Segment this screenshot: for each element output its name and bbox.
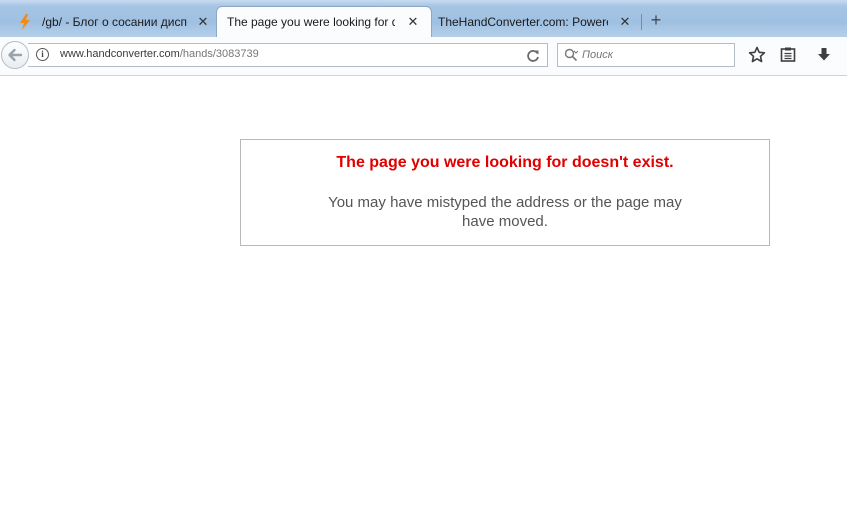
bookmarks-menu-icon[interactable]: [779, 46, 797, 64]
url-path: /hands/3083739: [179, 48, 259, 60]
site-info-icon[interactable]: i: [36, 48, 49, 61]
lightning-icon: [20, 14, 30, 30]
search-box[interactable]: [557, 43, 735, 67]
tab-page-not-found[interactable]: The page you were looking for do ✕: [216, 6, 432, 37]
back-arrow-icon: [8, 48, 23, 62]
reload-icon[interactable]: [525, 48, 541, 64]
tab-handconverter[interactable]: TheHandConverter.com: Powere ✕: [428, 7, 640, 37]
close-tab-icon[interactable]: ✕: [618, 14, 632, 30]
tab-separator: [641, 14, 642, 30]
tab-gb-blog[interactable]: /gb/ - Блог о сосании диспе ✕: [8, 7, 215, 37]
search-input[interactable]: [582, 47, 727, 63]
error-title: The page you were looking for doesn't ex…: [336, 154, 674, 171]
error-message-box: The page you were looking for doesn't ex…: [240, 139, 770, 246]
close-tab-icon[interactable]: ✕: [406, 14, 420, 30]
new-tab-button[interactable]: +: [647, 11, 665, 29]
bookmark-star-icon[interactable]: [748, 46, 766, 64]
address-bar[interactable]: i www.handconverter.com/hands/3083739: [28, 43, 548, 67]
close-tab-icon[interactable]: ✕: [196, 14, 210, 30]
tab-title: /gb/ - Блог о сосании диспе: [42, 15, 187, 29]
tab-strip: /gb/ - Блог о сосании диспе ✕ The page y…: [0, 0, 847, 37]
url-host: www.handconverter.com: [60, 48, 180, 60]
download-icon[interactable]: [815, 46, 833, 64]
error-description: You may have mistyped the address or the…: [328, 194, 682, 230]
tab-title: The page you were looking for do: [227, 15, 395, 29]
navigation-toolbar: i www.handconverter.com/hands/3083739: [0, 37, 847, 76]
tab-title: TheHandConverter.com: Powere: [438, 15, 608, 29]
address-text[interactable]: www.handconverter.com/hands/3083739: [60, 48, 259, 60]
back-button[interactable]: [1, 41, 29, 69]
search-icon: [564, 48, 578, 62]
